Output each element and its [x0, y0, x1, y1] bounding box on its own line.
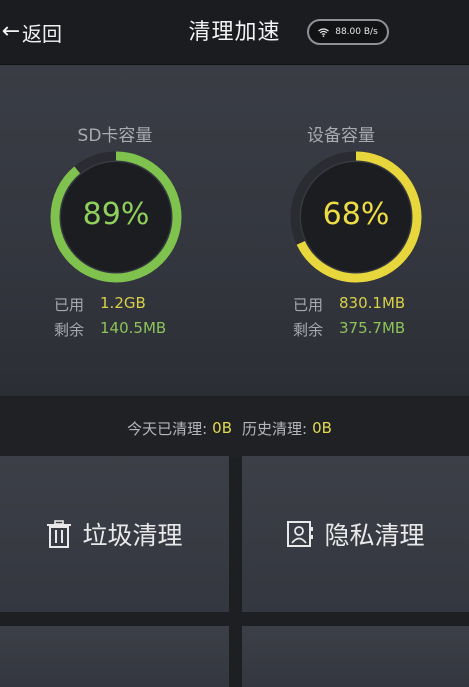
- lower-right-tile[interactable]: [242, 626, 469, 687]
- storage-panel: SD卡容量 89% 已用 1.2GB 剩余 140.5MB 设备容量 68% 已…: [0, 65, 469, 396]
- sd-card-label: SD卡容量: [77, 126, 153, 146]
- page-title: 清理加速: [188, 20, 281, 45]
- device-storage: 设备容量 68% 已用 830.1MB 剩余 375.7MB: [235, 65, 469, 396]
- sd-card-remain-row: 剩余 140.5MB: [54, 319, 166, 340]
- cleanup-summary: 今天已清理: 0B 历史清理: 0B: [0, 398, 469, 458]
- device-storage-percent: 68%: [322, 197, 390, 232]
- history-cleaned-label: 历史清理:: [242, 419, 308, 438]
- device-used-row: 已用 830.1MB: [293, 294, 405, 315]
- network-speed-value: 88.00 B/s: [335, 27, 378, 37]
- junk-clean-button[interactable]: 垃圾清理: [0, 456, 229, 612]
- network-speed-badge: 88.00 B/s: [307, 19, 389, 45]
- sd-used-value: 1.2GB: [100, 294, 146, 312]
- sd-used-label: 已用: [54, 296, 85, 314]
- history-cleaned-value: 0B: [312, 419, 332, 437]
- junk-clean-label: 垃圾清理: [82, 521, 183, 550]
- privacy-clean-label: 隐私清理: [324, 521, 425, 550]
- device-used-label: 已用: [293, 296, 324, 314]
- sd-card-used-row: 已用 1.2GB: [54, 294, 146, 315]
- top-bar: ← 返回 清理加速 88.00 B/s: [0, 0, 469, 65]
- sd-remain-value: 140.5MB: [100, 319, 167, 337]
- trash-icon: [46, 520, 72, 548]
- today-cleaned-label: 今天已清理:: [127, 419, 208, 438]
- sd-card-storage: SD卡容量 89% 已用 1.2GB 剩余 140.5MB: [0, 65, 234, 396]
- device-storage-label: 设备容量: [307, 126, 375, 146]
- sd-remain-label: 剩余: [54, 321, 85, 339]
- today-cleaned-value: 0B: [212, 419, 232, 437]
- device-remain-row: 剩余 375.7MB: [293, 319, 405, 340]
- cleanup-screen: ← 返回 清理加速 88.00 B/s SD卡容量 89% 已用 1.2GB 剩…: [0, 0, 469, 687]
- device-storage-gauge: 68%: [288, 149, 424, 285]
- privacy-clean-button[interactable]: 隐私清理: [242, 456, 469, 612]
- device-remain-value: 375.7MB: [339, 319, 406, 337]
- contact-card-icon: [286, 520, 314, 548]
- wifi-icon: [318, 27, 330, 37]
- lower-left-tile[interactable]: [0, 626, 229, 687]
- sd-card-percent: 89%: [82, 197, 150, 232]
- sd-card-gauge: 89%: [48, 149, 184, 285]
- device-remain-label: 剩余: [293, 321, 324, 339]
- device-used-value: 830.1MB: [339, 294, 406, 312]
